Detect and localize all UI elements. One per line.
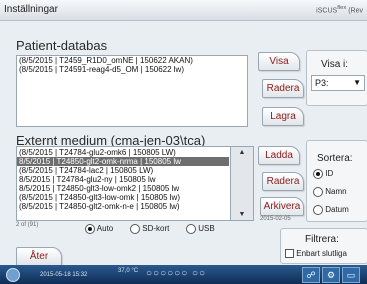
- network-icon[interactable]: ☍: [302, 267, 320, 283]
- show-in-select[interactable]: P3: ▼: [311, 75, 365, 91]
- list-item[interactable]: (8/5/2015 | T24850-glt3-low-omk | 150805…: [17, 193, 229, 202]
- scroll-down-icon[interactable]: ▼: [231, 211, 253, 218]
- radio-icon[interactable]: [313, 187, 323, 197]
- source-sd-card[interactable]: SD-kort: [130, 224, 169, 234]
- source-auto[interactable]: Auto: [85, 224, 113, 234]
- show-in-panel: Visa i: P3: ▼: [306, 50, 367, 106]
- sort-panel: Sortera: ID Namn Datum: [306, 140, 367, 222]
- radio-icon[interactable]: [313, 205, 323, 215]
- sort-label: Sortera:: [317, 153, 353, 164]
- checkbox-icon[interactable]: [285, 249, 294, 259]
- external-list[interactable]: (8/5/2015 | T24784-glu2-omk6 | 150805 LW…: [16, 146, 254, 221]
- list-item[interactable]: (8/5/2015 | T24850-glt2-omk-n-e | 150805…: [17, 202, 229, 211]
- temperature: 37,0 °C: [118, 268, 139, 274]
- show-button[interactable]: Visa: [258, 52, 300, 71]
- external-delete-button[interactable]: Radera: [262, 172, 304, 191]
- radio-selected-icon[interactable]: [313, 169, 323, 179]
- show-in-label: Visa i:: [321, 59, 349, 70]
- window-icon[interactable]: ▭: [342, 267, 360, 283]
- filter-label: Filtrera:: [305, 234, 339, 245]
- radio-selected-icon[interactable]: [85, 224, 95, 234]
- filter-panel: Filtrera: Enbart slutliga: [280, 228, 367, 264]
- radio-icon[interactable]: [186, 224, 196, 234]
- sort-by-name[interactable]: Namn: [313, 187, 347, 197]
- window-title: Inställningar: [4, 4, 58, 15]
- list-count: 2 of (91): [16, 222, 39, 228]
- chevron-down-icon: ▼: [353, 78, 361, 87]
- patient-database-heading: Patient-databas: [16, 38, 108, 53]
- list-item[interactable]: (8/5/2015 | T24784-glu2-omk6 | 150805 LW…: [17, 148, 229, 157]
- title-bar: Inställningar iSCUSflex (Rev: [0, 0, 367, 21]
- only-final-checkbox[interactable]: Enbart slutliga: [285, 249, 347, 259]
- settings-icon[interactable]: ⚙: [322, 267, 340, 283]
- back-button[interactable]: Åter: [16, 247, 62, 266]
- sort-by-date[interactable]: Datum: [313, 205, 349, 215]
- archive-button[interactable]: Arkivera: [260, 197, 304, 216]
- patient-delete-button[interactable]: Radera: [262, 79, 304, 98]
- status-dots: ○○○○○○ ○○: [146, 268, 207, 279]
- sort-by-id[interactable]: ID: [313, 169, 333, 179]
- list-item-selected[interactable]: 8/5/2015 | T24850-glt2-omk-nrma | 150805…: [17, 157, 229, 166]
- scroll-up-icon[interactable]: ▲: [231, 149, 253, 156]
- list-item[interactable]: 8/5/2015 | T24784-glu2-ny | 150805 lw: [17, 175, 229, 184]
- radio-icon[interactable]: [130, 224, 140, 234]
- scrollbar[interactable]: ▲ ▼: [230, 147, 253, 220]
- brand-label: iSCUSflex (Rev: [316, 5, 363, 15]
- datetime: 2015-05-18 15:32: [40, 272, 88, 278]
- archive-date: 2015-02-05: [260, 216, 291, 222]
- list-item[interactable]: (8/5/2015 | T24591-reag4-d5_OM | 150622 …: [17, 65, 247, 74]
- list-item[interactable]: 8/5/2015 | T24850-glt3-low-omk2 | 150805…: [17, 184, 229, 193]
- source-usb[interactable]: USB: [186, 224, 215, 234]
- start-icon[interactable]: [6, 268, 20, 282]
- save-button[interactable]: Lagra: [262, 107, 304, 126]
- patient-list[interactable]: (8/5/2015 | T2459_R1D0_omNE | 150622 AKA…: [16, 55, 248, 127]
- list-item[interactable]: (8/5/2015 | T2459_R1D0_omNE | 150622 AKA…: [17, 56, 247, 65]
- list-item[interactable]: (8/5/2015 | T24784-lac2 | 150805 LW): [17, 166, 229, 175]
- taskbar: 2015-05-18 15:32 37,0 °C ○○○○○○ ○○ ☍ ⚙ ▭: [0, 265, 367, 284]
- load-button[interactable]: Ladda: [258, 146, 300, 165]
